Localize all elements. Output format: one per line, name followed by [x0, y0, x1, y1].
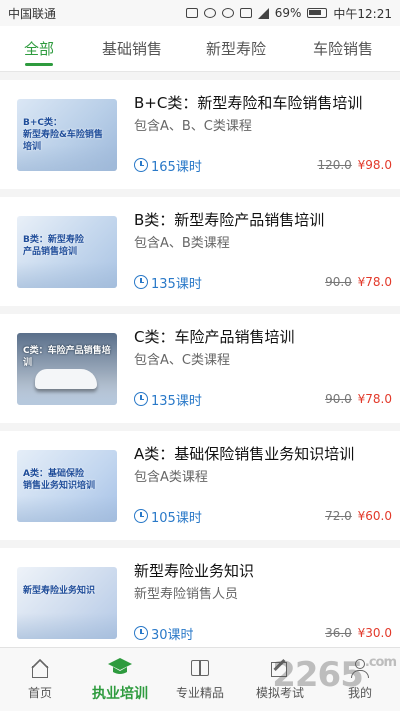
thumbnail-caption: B类：新型寿险 产品销售培训 — [23, 234, 84, 257]
carrier-label: 中国联通 — [8, 6, 57, 21]
sale-price: ¥30.0 — [357, 626, 392, 640]
course-title: A类：基础保险销售业务知识培训 — [134, 444, 355, 463]
course-card[interactable]: A类：基础保险 销售业务知识培训 A类：基础保险销售业务知识培训 包含A类课程 1… — [0, 431, 400, 540]
course-price: 72.0 ¥60.0 — [325, 509, 392, 523]
course-hours: 165课时 — [134, 156, 202, 175]
thumbnail-caption: 新型寿险业务知识 — [23, 585, 96, 596]
nav-mock-exam[interactable]: 模拟考试 — [240, 648, 320, 711]
course-title: B类：新型寿险产品销售培训 — [134, 210, 325, 229]
course-subtitle: 包含A类课程 — [134, 469, 208, 485]
clock-icon — [134, 392, 148, 406]
user-icon — [349, 658, 371, 678]
course-card[interactable]: C类：车险产品销售培训 C类：车险产品销售培训 包含A、C类课程 135课时 9… — [0, 314, 400, 423]
bottom-nav: 首页 执业培训 专业精品 模拟考试 我的 — [0, 647, 400, 711]
nav-label: 专业精品 — [175, 686, 224, 700]
battery-icon — [307, 8, 328, 18]
status-icons: 69% 中午12:21 — [185, 5, 392, 22]
course-card[interactable]: B类：新型寿险 产品销售培训 B类：新型寿险产品销售培训 包含A、B类课程 135… — [0, 197, 400, 306]
battery-percent: 69% — [274, 6, 302, 20]
course-price: 120.0 ¥98.0 — [317, 158, 392, 172]
nav-label: 首页 — [27, 686, 52, 700]
sale-price: ¥60.0 — [357, 509, 392, 523]
wifi-icon — [239, 8, 252, 18]
nav-label: 模拟考试 — [255, 686, 304, 700]
course-hours: 30课时 — [134, 624, 194, 643]
tab-new-life-insurance[interactable]: 新型寿险 — [186, 26, 286, 71]
tab-all[interactable]: 全部 — [0, 26, 78, 71]
hours-label: 135课时 — [151, 276, 202, 292]
course-hours: 135课时 — [134, 390, 202, 409]
course-subtitle: 包含A、B、C类课程 — [134, 118, 252, 134]
status-bar: 中国联通 69% 中午12:21 — [0, 0, 400, 26]
course-info: B类：新型寿险产品销售培训 包含A、B类课程 135课时 90.0 ¥78.0 — [134, 210, 392, 294]
thumbnail-caption: C类：车险产品销售培训 — [23, 345, 111, 368]
course-thumbnail: A类：基础保险 销售业务知识培训 — [17, 449, 117, 522]
thumbnail-caption: B+C类： 新型寿险&车险销售培训 — [23, 117, 103, 152]
clock-icon — [134, 275, 148, 289]
course-card[interactable]: 新型寿险业务知识 新型寿险业务知识 新型寿险销售人员 30课时 36.0 ¥30… — [0, 548, 400, 647]
course-hours: 135课时 — [134, 273, 202, 292]
edit-icon — [269, 658, 291, 678]
original-price: 120.0 — [317, 158, 352, 172]
hours-label: 165课时 — [151, 159, 202, 175]
hours-label: 30课时 — [151, 627, 194, 643]
course-info: A类：基础保险销售业务知识培训 包含A类课程 105课时 72.0 ¥60.0 — [134, 444, 392, 528]
home-icon — [29, 658, 51, 678]
course-meta: 135课时 90.0 ¥78.0 — [134, 273, 392, 292]
course-hours: 105课时 — [134, 507, 202, 526]
hours-label: 105课时 — [151, 510, 202, 526]
nav-premium[interactable]: 专业精品 — [160, 648, 240, 711]
course-thumbnail: B类：新型寿险 产品销售培训 — [17, 215, 117, 288]
course-meta: 135课时 90.0 ¥78.0 — [134, 390, 392, 409]
clock-icon — [134, 626, 148, 640]
nav-label: 我的 — [347, 686, 372, 700]
course-info: C类：车险产品销售培训 包含A、C类课程 135课时 90.0 ¥78.0 — [134, 327, 392, 411]
clock-icon — [134, 509, 148, 523]
book-icon — [189, 658, 211, 678]
course-title: B+C类：新型寿险和车险销售培训 — [134, 93, 363, 112]
alarm-icon — [203, 8, 216, 18]
tab-auto-insurance-sales[interactable]: 车险销售 — [286, 26, 400, 71]
sale-price: ¥98.0 — [357, 158, 392, 172]
course-info: 新型寿险业务知识 新型寿险销售人员 30课时 36.0 ¥30.0 — [134, 561, 392, 645]
course-thumbnail: B+C类： 新型寿险&车险销售培训 — [17, 98, 117, 171]
sale-price: ¥78.0 — [357, 275, 392, 289]
nav-home[interactable]: 首页 — [0, 648, 80, 711]
course-list: B+C类： 新型寿险&车险销售培训 B+C类：新型寿险和车险销售培训 包含A、B、… — [0, 80, 400, 647]
thumbnail-caption: A类：基础保险 销售业务知识培训 — [23, 468, 96, 491]
course-title: 新型寿险业务知识 — [134, 561, 255, 580]
course-price: 36.0 ¥30.0 — [325, 626, 392, 640]
course-meta: 105课时 72.0 ¥60.0 — [134, 507, 392, 526]
original-price: 72.0 — [325, 509, 352, 523]
clock-time: 中午12:21 — [333, 6, 392, 21]
course-info: B+C类：新型寿险和车险销售培训 包含A、B、C类课程 165课时 120.0 … — [134, 93, 392, 177]
tab-basic-sales[interactable]: 基础销售 — [78, 26, 186, 71]
nav-training[interactable]: 执业培训 — [80, 648, 160, 711]
course-subtitle: 新型寿险销售人员 — [134, 586, 239, 602]
course-meta: 30课时 36.0 ¥30.0 — [134, 624, 392, 643]
course-title: C类：车险产品销售培训 — [134, 327, 295, 346]
original-price: 36.0 — [325, 626, 352, 640]
hours-label: 135课时 — [151, 393, 202, 409]
course-card[interactable]: B+C类： 新型寿险&车险销售培训 B+C类：新型寿险和车险销售培训 包含A、B、… — [0, 80, 400, 189]
nav-profile[interactable]: 我的 — [320, 648, 400, 711]
course-meta: 165课时 120.0 ¥98.0 — [134, 156, 392, 175]
eye-icon — [221, 8, 234, 18]
course-subtitle: 包含A、B类课程 — [134, 235, 230, 251]
course-thumbnail: 新型寿险业务知识 — [17, 566, 117, 639]
category-tabs: 全部 基础销售 新型寿险 车险销售 — [0, 26, 400, 72]
graduation-cap-icon — [107, 657, 133, 677]
car-image — [35, 368, 97, 389]
course-price: 90.0 ¥78.0 — [325, 275, 392, 289]
original-price: 90.0 — [325, 275, 352, 289]
course-subtitle: 包含A、C类课程 — [134, 352, 230, 368]
original-price: 90.0 — [325, 392, 352, 406]
course-price: 90.0 ¥78.0 — [325, 392, 392, 406]
signal-icon — [257, 7, 269, 19]
course-thumbnail: C类：车险产品销售培训 — [17, 332, 117, 405]
nav-label: 执业培训 — [92, 685, 148, 702]
mute-icon — [185, 8, 198, 18]
clock-icon — [134, 158, 148, 172]
sale-price: ¥78.0 — [357, 392, 392, 406]
